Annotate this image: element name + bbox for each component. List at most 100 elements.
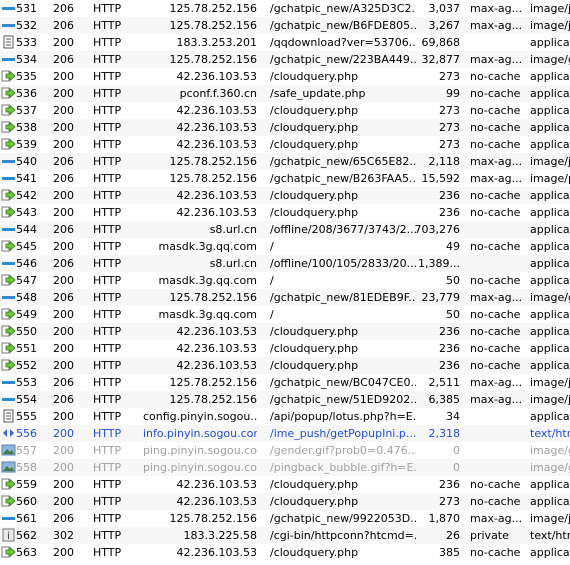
- url: /cloudquery.php: [270, 342, 359, 355]
- content-type: applicati: [530, 36, 570, 49]
- post-icon: [0, 476, 16, 493]
- session-row[interactable]: 538 200 HTTP 42.236.103.53/cloudquery.php 27…: [0, 119, 570, 136]
- body-size: 1,389...: [418, 257, 460, 270]
- content-type: applicati: [530, 138, 570, 151]
- session-row[interactable]: 548 206 HTTP 125.78.252.156/gchatpic_new/81…: [0, 289, 570, 306]
- host: 42.236.103.53: [176, 121, 257, 134]
- session-number: 555: [16, 410, 37, 423]
- url: /: [270, 274, 274, 287]
- session-row[interactable]: 536 200 HTTP pconf.f.360.cn/safe_update.php…: [0, 85, 570, 102]
- body-size: 2,511: [428, 376, 461, 389]
- url: /cloudquery.php: [270, 206, 359, 219]
- session-row[interactable]: 547 200 HTTP masdk.3g.qq.com / 50 no-cache appl…: [0, 272, 570, 289]
- result-code: 200: [53, 104, 74, 117]
- url: /: [270, 308, 274, 321]
- session-row[interactable]: 544 206 HTTP s8.url.cn/offline/208/3677/374…: [0, 221, 570, 238]
- session-row[interactable]: 539 200 HTTP 42.236.103.53/cloudquery.php 27…: [0, 136, 570, 153]
- session-row[interactable]: 555 200 HTTP config.pinyin.sogou.... /api/po…: [0, 408, 570, 425]
- result-code: 206: [53, 512, 74, 525]
- caching: no-cache: [470, 138, 521, 151]
- session-row[interactable]: 533 200 HTTP 183.3.253.201/qqdownload?ver=5…: [0, 34, 570, 51]
- host: 125.78.252.156: [169, 291, 257, 304]
- session-row[interactable]: 563 200 HTTP 42.236.103.53/cloudquery.php 38…: [0, 544, 570, 561]
- body-size: 3,267: [428, 19, 461, 32]
- protocol: HTTP: [93, 2, 122, 15]
- body-size: 236: [439, 478, 460, 491]
- session-row[interactable]: 553 206 HTTP 125.78.252.156/gchatpic_new/BC…: [0, 374, 570, 391]
- protocol: HTTP: [93, 87, 122, 100]
- session-row[interactable]: 558 200 HTTP ping.pinyin.sogou.com/pingback…: [0, 459, 570, 476]
- session-row[interactable]: 560 200 HTTP 42.236.103.53/cloudquery.php 27…: [0, 493, 570, 510]
- caching: no-cache: [470, 325, 521, 338]
- protocol: HTTP: [93, 121, 122, 134]
- session-row[interactable]: 534 206 HTTP 125.78.252.156/gchatpic_new/22…: [0, 51, 570, 68]
- session-row[interactable]: 549 200 HTTP masdk.3g.qq.com / 50 no-cache appl…: [0, 306, 570, 323]
- session-row[interactable]: 557 200 HTTP ping.pinyin.sogou.com/gender.g…: [0, 442, 570, 459]
- host: 125.78.252.156: [169, 19, 257, 32]
- session-row[interactable]: 552 200 HTTP 42.236.103.53/cloudquery.php 23…: [0, 357, 570, 374]
- host: s8.url.cn: [209, 223, 257, 236]
- session-row[interactable]: 551 200 HTTP 42.236.103.53/cloudquery.php 23…: [0, 340, 570, 357]
- session-row[interactable]: 554 206 HTTP 125.78.252.156/gchatpic_new/51…: [0, 391, 570, 408]
- post-icon: [0, 119, 16, 136]
- session-list[interactable]: 531 206 HTTP 125.78.252.156/gchatpic_new/A3…: [0, 0, 570, 565]
- result-code: 206: [53, 376, 74, 389]
- session-number: 534: [16, 53, 37, 66]
- session-row[interactable]: 537 200 HTTP 42.236.103.53/cloudquery.php 27…: [0, 102, 570, 119]
- session-row[interactable]: 559 200 HTTP 42.236.103.53/cloudquery.php 23…: [0, 476, 570, 493]
- host: ping.pinyin.sogou.com: [143, 461, 257, 474]
- session-number: 545: [16, 240, 37, 253]
- content-type: applicati: [530, 274, 570, 287]
- host: masdk.3g.qq.com: [158, 274, 257, 287]
- result-code: 200: [53, 138, 74, 151]
- content-type: image/pi: [530, 172, 570, 185]
- host: 125.78.252.156: [169, 53, 257, 66]
- url: /gchatpic_new/B6FDE805...: [270, 19, 416, 32]
- content-type: applicati: [530, 189, 570, 202]
- session-row[interactable]: 532 206 HTTP 125.78.252.156/gchatpic_new/B6…: [0, 17, 570, 34]
- session-row[interactable]: 542 200 HTTP 42.236.103.53/cloudquery.php 23…: [0, 187, 570, 204]
- body-size: 273: [439, 495, 460, 508]
- session-row[interactable]: 550 200 HTTP 42.236.103.53/cloudquery.php 23…: [0, 323, 570, 340]
- body-size: 69,868: [421, 36, 461, 49]
- session-row[interactable]: 540 206 HTTP 125.78.252.156/gchatpic_new/65…: [0, 153, 570, 170]
- session-row[interactable]: 543 200 HTTP 42.236.103.53/cloudquery.php 23…: [0, 204, 570, 221]
- body-size: 26: [446, 529, 460, 542]
- response-icon: [0, 17, 16, 34]
- session-row[interactable]: 535 200 HTTP 42.236.103.53/cloudquery.php 27…: [0, 68, 570, 85]
- protocol: HTTP: [93, 325, 122, 338]
- host: 183.3.225.58: [183, 529, 257, 542]
- session-row[interactable]: i 562 302 HTTP 183.3.225.58/cgi-bin/httpconn…: [0, 527, 570, 544]
- body-size: 32,877: [421, 53, 461, 66]
- caching: [470, 34, 524, 51]
- session-number: 552: [16, 359, 37, 372]
- url: /cloudquery.php: [270, 189, 359, 202]
- caching: no-cache: [470, 274, 521, 287]
- content-type: image/jp: [530, 393, 570, 406]
- result-code: 200: [53, 546, 74, 559]
- session-row[interactable]: 531 206 HTTP 125.78.252.156/gchatpic_new/A3…: [0, 0, 570, 17]
- session-row[interactable]: 546 206 HTTP s8.url.cn/offline/100/105/2833…: [0, 255, 570, 272]
- body-size: 273: [439, 104, 460, 117]
- caching: [470, 442, 524, 459]
- session-number: 535: [16, 70, 37, 83]
- result-code: 200: [53, 274, 74, 287]
- session-number: 538: [16, 121, 37, 134]
- content-type: applicati: [530, 240, 570, 253]
- protocol: HTTP: [93, 495, 122, 508]
- session-row[interactable]: 541 206 HTTP 125.78.252.156/gchatpic_new/B2…: [0, 170, 570, 187]
- content-type: applicati: [530, 70, 570, 83]
- result-code: 200: [53, 121, 74, 134]
- host: 125.78.252.156: [169, 155, 257, 168]
- content-type: image/jp: [530, 155, 570, 168]
- session-number: 547: [16, 274, 37, 287]
- result-code: 200: [53, 206, 74, 219]
- protocol: HTTP: [93, 189, 122, 202]
- session-row[interactable]: 561 206 HTTP 125.78.252.156/gchatpic_new/99…: [0, 510, 570, 527]
- session-number: 549: [16, 308, 37, 321]
- result-code: 206: [53, 393, 74, 406]
- session-row[interactable]: 556 200 HTTP info.pinyin.sogou.com/ime_push…: [0, 425, 570, 442]
- caching: max-ag...: [470, 2, 523, 15]
- session-row[interactable]: 545 200 HTTP masdk.3g.qq.com / 49 no-cache appl…: [0, 238, 570, 255]
- response-icon: [0, 289, 16, 306]
